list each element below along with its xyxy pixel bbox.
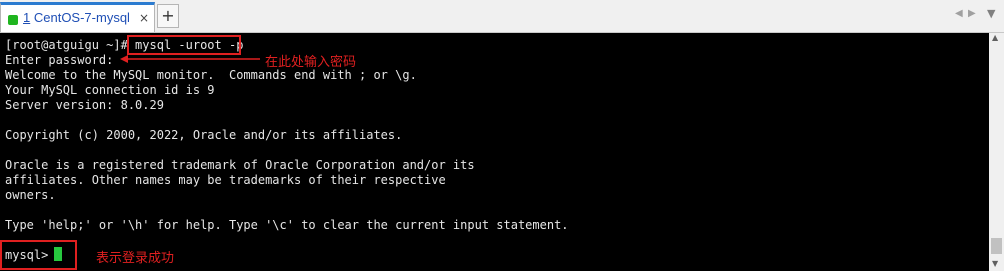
terminal-line-server-version: Server version: 8.0.29 — [5, 98, 164, 112]
password-hint-annotation: 在此处输入密码 — [265, 55, 357, 70]
scroll-thumb[interactable] — [991, 238, 1002, 254]
login-success-annotation: 表示登录成功 — [96, 251, 175, 266]
scroll-up-icon[interactable]: ▲ — [992, 33, 998, 42]
vertical-scrollbar[interactable]: ▲ ▼ — [989, 33, 1004, 271]
tab-list-menu-icon[interactable]: ▼ — [987, 7, 995, 20]
tab-number: 1 — [23, 10, 31, 25]
terminal-line-welcome: Welcome to the MySQL monitor. Commands e… — [5, 68, 417, 82]
mysql-prompt-highlight-box — [0, 240, 77, 270]
scroll-down-icon[interactable]: ▼ — [992, 259, 998, 268]
connected-status-icon — [8, 15, 18, 25]
terminal-line-help: Type 'help;' or '\h' for help. Type '\c'… — [5, 218, 569, 232]
new-tab-button[interactable]: + — [157, 4, 179, 28]
terminal-line-trademark-1: Oracle is a registered trademark of Orac… — [5, 158, 475, 172]
terminal-line-trademark-3: owners. — [5, 188, 56, 202]
terminal-line-trademark-2: affiliates. Other names may be trademark… — [5, 173, 446, 187]
terminal-line-copyright: Copyright (c) 2000, 2022, Oracle and/or … — [5, 128, 403, 142]
scroll-tabs-right-icon[interactable]: ▶ — [968, 8, 976, 19]
terminal-line-enter-password: Enter password: — [5, 53, 114, 67]
session-tab[interactable]: 1 CentOS-7-mysql × — [0, 2, 155, 32]
tab-title: CentOS-7-mysql — [33, 10, 130, 25]
scroll-tabs-left-icon[interactable]: ◀ — [955, 8, 963, 19]
tab-label: 1 CentOS-7-mysql — [23, 10, 130, 25]
terminal-line-connection-id: Your MySQL connection id is 9 — [5, 83, 215, 97]
tab-bar: 1 CentOS-7-mysql × + ◀ ▶ ▼ — [0, 0, 1004, 33]
arrow-left-icon — [120, 55, 260, 63]
close-tab-icon[interactable]: × — [139, 11, 149, 25]
